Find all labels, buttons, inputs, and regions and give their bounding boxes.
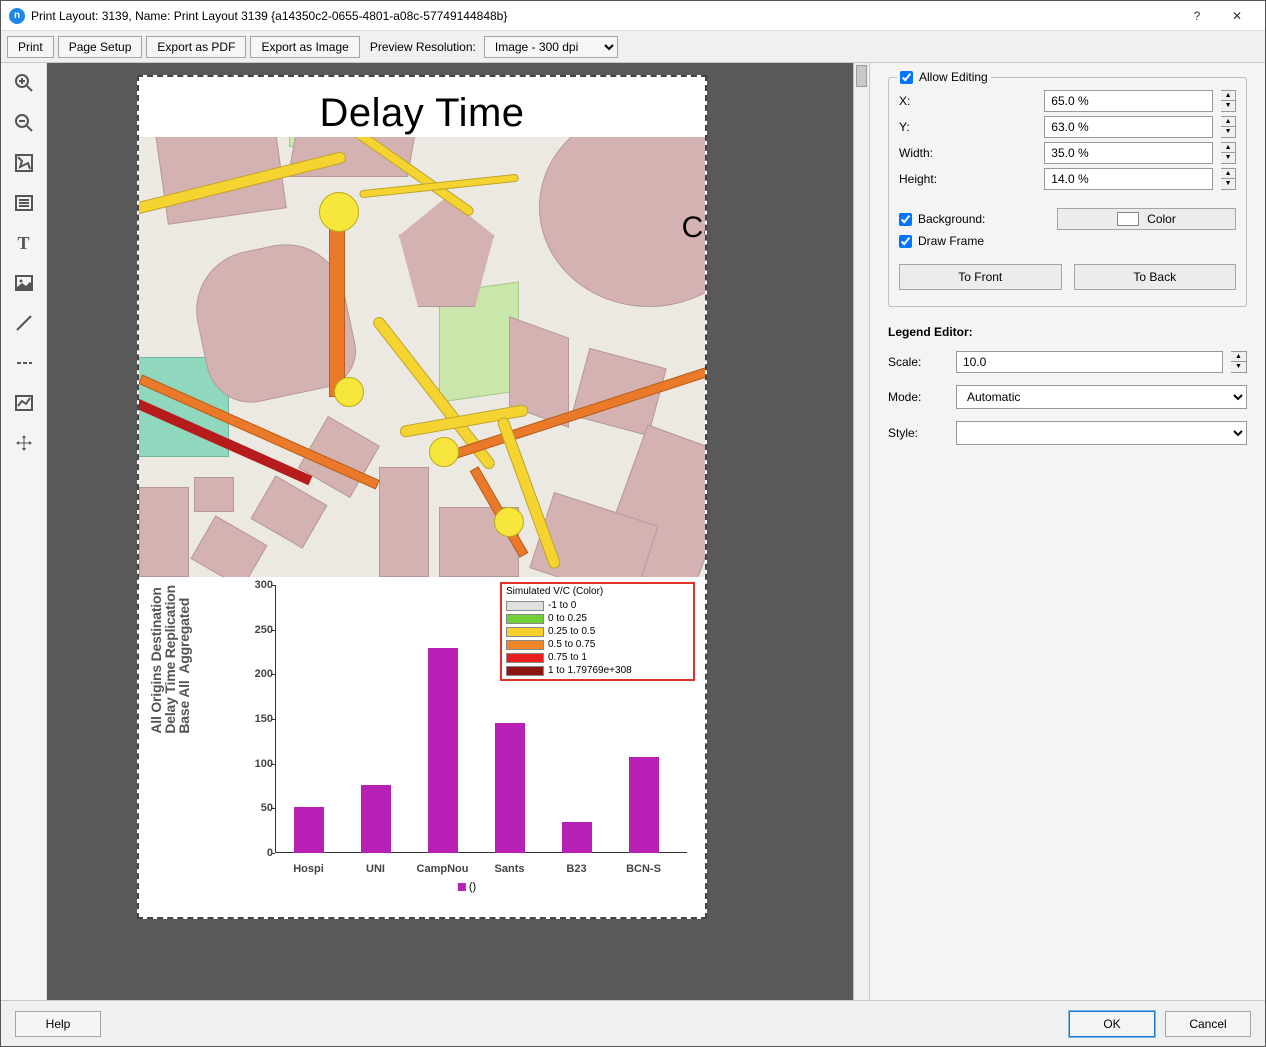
- zoom-in-icon[interactable]: [10, 69, 38, 97]
- vertical-scrollbar[interactable]: [853, 63, 869, 1000]
- style-select[interactable]: [956, 421, 1247, 445]
- chart-bar: [428, 648, 458, 853]
- axis-y: [275, 585, 276, 853]
- help-icon[interactable]: ?: [1177, 2, 1217, 30]
- preview-resolution-select[interactable]: Image - 300 dpi: [484, 36, 618, 58]
- move-tool-icon[interactable]: [10, 429, 38, 457]
- close-icon[interactable]: ✕: [1217, 2, 1257, 30]
- scale-label: Scale:: [888, 355, 948, 369]
- chart-x-label: Hospi: [293, 863, 324, 875]
- help-button[interactable]: Help: [15, 1011, 101, 1037]
- axis-x: [275, 852, 687, 853]
- window-title: Print Layout: 3139, Name: Print Layout 3…: [31, 9, 1177, 23]
- chart-plot: () 050100150200250300HospiUNICampNouSant…: [247, 585, 687, 853]
- to-back-button[interactable]: To Back: [1074, 264, 1237, 290]
- x-input[interactable]: [1044, 90, 1213, 112]
- y-input[interactable]: [1044, 116, 1213, 138]
- width-label: Width:: [899, 146, 1036, 160]
- preview-resolution-label: Preview Resolution:: [370, 40, 476, 54]
- app-icon: n: [9, 8, 25, 24]
- page-title: Delay Time: [139, 91, 705, 136]
- height-label: Height:: [899, 172, 1036, 186]
- chart-series-legend: (): [458, 881, 476, 893]
- x-label: X:: [899, 94, 1036, 108]
- to-front-button[interactable]: To Front: [899, 264, 1062, 290]
- chart-x-label: Sants: [495, 863, 525, 875]
- line-tool-icon[interactable]: [10, 309, 38, 337]
- height-spin[interactable]: ▲▼: [1221, 168, 1236, 190]
- side-toolbar: T: [1, 63, 47, 1000]
- style-label: Style:: [888, 426, 948, 440]
- width-spin[interactable]: ▲▼: [1221, 142, 1236, 164]
- ok-button[interactable]: OK: [1069, 1011, 1155, 1037]
- dash-tool-icon[interactable]: [10, 349, 38, 377]
- map-city-label: Campno: [682, 211, 705, 245]
- chart-bar: [562, 822, 592, 853]
- export-image-button[interactable]: Export as Image: [250, 36, 359, 58]
- print-page[interactable]: Delay Time: [137, 75, 707, 919]
- titlebar: n Print Layout: 3139, Name: Print Layout…: [1, 1, 1265, 31]
- color-swatch: [1117, 212, 1139, 226]
- text-tool-icon[interactable]: T: [10, 229, 38, 257]
- scale-input[interactable]: [956, 351, 1223, 373]
- draw-frame-checkbox[interactable]: Draw Frame: [899, 234, 984, 248]
- y-spin[interactable]: ▲▼: [1221, 116, 1236, 138]
- width-input[interactable]: [1044, 142, 1213, 164]
- height-input[interactable]: [1044, 168, 1213, 190]
- window: n Print Layout: 3139, Name: Print Layout…: [0, 0, 1266, 1047]
- cancel-button[interactable]: Cancel: [1165, 1011, 1251, 1037]
- x-spin[interactable]: ▲▼: [1221, 90, 1236, 112]
- canvas-area[interactable]: Delay Time: [47, 63, 869, 1000]
- legend-editor-header: Legend Editor:: [888, 325, 1247, 339]
- allow-editing-checkbox[interactable]: Allow Editing: [900, 70, 988, 84]
- chart-bar: [361, 785, 391, 853]
- allow-editing-group: Allow Editing X: ▲▼ Y: ▲▼ Width: ▲▼: [888, 77, 1247, 307]
- map-frame: Campno: [139, 137, 705, 577]
- chart-tool-icon[interactable]: [10, 389, 38, 417]
- map-tool-icon[interactable]: [10, 149, 38, 177]
- mode-select[interactable]: Automatic: [956, 385, 1247, 409]
- export-pdf-button[interactable]: Export as PDF: [146, 36, 246, 58]
- main-columns: T Delay Time: [1, 63, 1265, 1000]
- page-setup-button[interactable]: Page Setup: [58, 36, 143, 58]
- chart-x-label: UNI: [366, 863, 385, 875]
- image-tool-icon[interactable]: [10, 269, 38, 297]
- mode-label: Mode:: [888, 390, 948, 404]
- y-label: Y:: [899, 120, 1036, 134]
- list-tool-icon[interactable]: [10, 189, 38, 217]
- zoom-out-icon[interactable]: [10, 109, 38, 137]
- background-checkbox[interactable]: Background:: [899, 212, 1049, 226]
- allow-editing-legend: Allow Editing: [897, 70, 991, 87]
- chart-bar: [294, 807, 324, 853]
- print-button[interactable]: Print: [7, 36, 54, 58]
- background-color-button[interactable]: Color: [1057, 208, 1236, 230]
- footer: Help OK Cancel: [1, 1000, 1265, 1046]
- chart-x-label: B23: [566, 863, 586, 875]
- scale-spin[interactable]: ▲▼: [1231, 351, 1247, 373]
- chart-frame: All Origins Destination Delay Time Repli…: [145, 577, 699, 907]
- properties-panel: Allow Editing X: ▲▼ Y: ▲▼ Width: ▲▼: [869, 63, 1265, 1000]
- chart-x-label: CampNou: [417, 863, 469, 875]
- chart-bar: [629, 757, 659, 853]
- chart-ylabel: All Origins Destination Delay Time Repli…: [149, 585, 191, 734]
- toolbar: Print Page Setup Export as PDF Export as…: [1, 31, 1265, 63]
- scroll-thumb[interactable]: [856, 65, 867, 87]
- chart-x-label: BCN-S: [626, 863, 661, 875]
- chart-bar: [495, 723, 525, 853]
